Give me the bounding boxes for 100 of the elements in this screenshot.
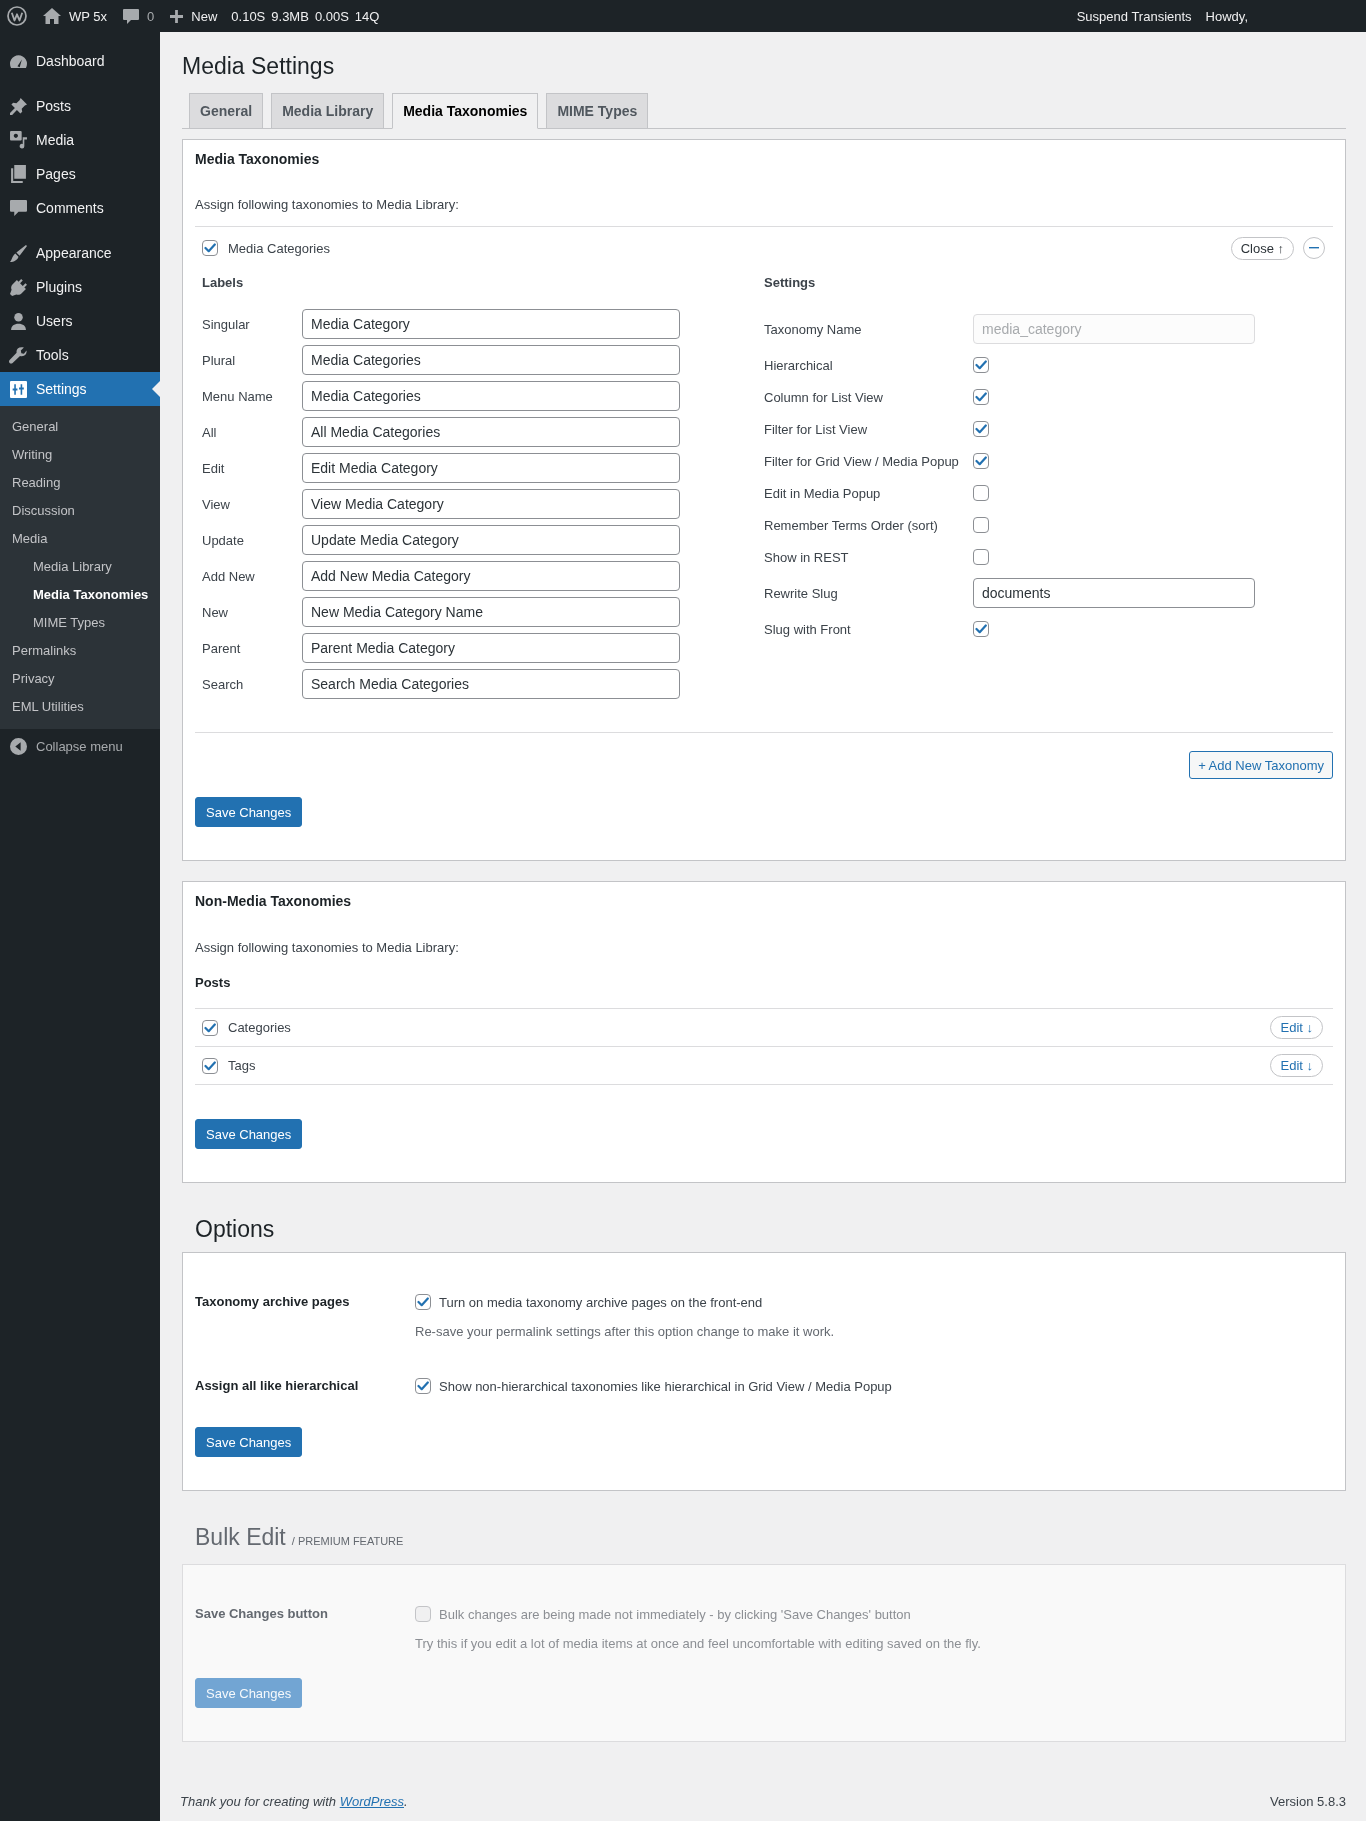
sliders-icon [9, 380, 27, 398]
new-link[interactable]: New [170, 0, 218, 32]
text-field[interactable]: View Media Category [302, 489, 680, 519]
toolbar-link[interactable]: Suspend Transients [1076, 0, 1192, 32]
checkbox[interactable] [973, 421, 989, 437]
menu-item[interactable]: Dashboard [0, 44, 160, 78]
submenu-item[interactable]: Discussion [0, 497, 160, 525]
submenu-item[interactable]: MIME Types [0, 609, 160, 637]
section-heading: Labels [202, 274, 244, 292]
setting-label: Show in REST [764, 549, 849, 565]
footer-link[interactable]: WordPress [339, 1794, 404, 1809]
menu-item[interactable]: Settings [0, 372, 160, 406]
edit-button[interactable]: Edit ↓ [1270, 1016, 1323, 1039]
text-field[interactable]: New Media Category Name [302, 597, 680, 627]
tab[interactable]: Media Library [271, 93, 385, 129]
speech-bubble-icon [123, 8, 140, 24]
text-field[interactable]: Parent Media Category [302, 633, 680, 663]
page-title: Media Settings [182, 53, 335, 79]
checkbox[interactable] [415, 1294, 431, 1310]
save-button[interactable]: Save Changes [195, 1427, 303, 1457]
field-label: Add New [202, 568, 255, 584]
menu-item[interactable]: Appearance [0, 236, 160, 270]
text-field[interactable]: documents [973, 578, 1255, 608]
photo-and-note-icon [9, 131, 27, 149]
menu-item[interactable]: Pages [0, 157, 160, 191]
checkbox[interactable] [973, 357, 989, 373]
submenu-item[interactable]: Privacy [0, 665, 160, 693]
stacked-pages-icon [10, 165, 26, 183]
checkbox[interactable] [973, 517, 989, 533]
paintbrush-icon [9, 244, 27, 262]
save-button[interactable]: Save Changes [195, 1119, 303, 1149]
checkbox[interactable] [973, 549, 989, 565]
logo-icon[interactable] [7, 6, 27, 26]
minus-icon [1309, 247, 1319, 249]
text-field[interactable]: Add New Media Category [302, 561, 680, 591]
checkbox-label: Bulk changes are being made not immediately - by clicking 'Save Changes' button [439, 1606, 911, 1622]
site-link[interactable]: WP 5x [43, 0, 108, 32]
field-label: Update [202, 532, 244, 548]
gauge-icon [9, 54, 27, 68]
submenu-item[interactable]: General [0, 413, 160, 441]
text-field[interactable]: Search Media Categories [302, 669, 680, 699]
menu-item[interactable]: Comments [0, 191, 160, 225]
checkbox[interactable] [973, 621, 989, 637]
tab[interactable]: MIME Types [546, 93, 649, 129]
submenu-item[interactable]: Media [0, 525, 160, 553]
menu-item[interactable]: Plugins [0, 270, 160, 304]
checkbox[interactable] [973, 389, 989, 405]
setting-label: Edit in Media Popup [764, 485, 881, 501]
setting-label: Rewrite Slug [764, 585, 838, 601]
text-field[interactable]: Media Category [302, 309, 680, 339]
checkbox[interactable] [415, 1378, 431, 1394]
plug-icon [9, 278, 27, 296]
intro-text: Assign following taxonomies to Media Library: [195, 939, 459, 957]
setting-label: Remember Terms Order (sort) [764, 517, 938, 533]
section-title: Options [195, 1216, 275, 1242]
person-icon [10, 312, 26, 330]
text-field[interactable]: Media Categories [302, 381, 680, 411]
text-field[interactable]: All Media Categories [302, 417, 680, 447]
submenu-item[interactable]: Media Taxonomies [0, 581, 160, 609]
tab[interactable]: General [189, 93, 264, 129]
checkbox[interactable] [202, 1057, 218, 1074]
panel-title: Media Taxonomies [195, 150, 320, 169]
toolbar-link[interactable]: Howdy, [1205, 0, 1248, 32]
menu-item[interactable]: Users [0, 304, 160, 338]
edit-button[interactable]: Edit ↓ [1270, 1054, 1323, 1077]
menu-item[interactable]: Posts [0, 89, 160, 123]
setting-label: Slug with Front [764, 621, 851, 637]
comments-link[interactable]: 0 [123, 0, 155, 32]
setting-label: Hierarchical [764, 357, 833, 373]
text-field[interactable]: Update Media Category [302, 525, 680, 555]
menu-item[interactable]: Tools [0, 338, 160, 372]
tab[interactable]: Media Taxonomies [392, 93, 539, 129]
setting-label: Filter for List View [764, 421, 868, 437]
setting-label: Column for List View [764, 389, 883, 405]
field-label: Menu Name [202, 388, 273, 404]
add-taxonomy-button[interactable]: + Add New Taxonomy [1189, 751, 1333, 779]
option-label: Assign all like hierarchical [195, 1378, 359, 1393]
setting-label: Taxonomy Name [764, 321, 862, 337]
checkbox[interactable] [202, 240, 218, 256]
checkbox[interactable] [973, 453, 989, 469]
text-field[interactable]: Edit Media Category [302, 453, 680, 483]
checkbox[interactable] [973, 485, 989, 501]
submenu-item[interactable]: EML Utilities [0, 693, 160, 721]
submenu-item[interactable]: Reading [0, 469, 160, 497]
text-field[interactable]: Media Categories [302, 345, 680, 375]
submenu-item[interactable]: Writing [0, 441, 160, 469]
menu-item[interactable]: Media [0, 123, 160, 157]
checkbox[interactable] [202, 1019, 218, 1036]
footer-text: Thank you for creating with WordPress. [180, 1793, 408, 1811]
save-button[interactable]: Save Changes [195, 797, 303, 827]
performance-stats-link[interactable]: 0.10S 9.3MB 0.00S 14Q [231, 0, 380, 32]
close-button[interactable]: Close ↑ [1230, 236, 1294, 260]
collapse-menu-button[interactable]: Collapse menu [0, 729, 160, 763]
premium-note: / PREMIUM FEATURE [291, 1535, 404, 1547]
speech-bubble-icon [9, 200, 27, 216]
checkbox-label: Show non-hierarchical taxonomies like hierarchical in Grid View / Media Popup [439, 1378, 892, 1394]
submenu-item[interactable]: Permalinks [0, 637, 160, 665]
submenu-item[interactable]: Media Library [0, 553, 160, 581]
plus-icon [170, 9, 184, 23]
field-label: Parent [202, 640, 241, 656]
